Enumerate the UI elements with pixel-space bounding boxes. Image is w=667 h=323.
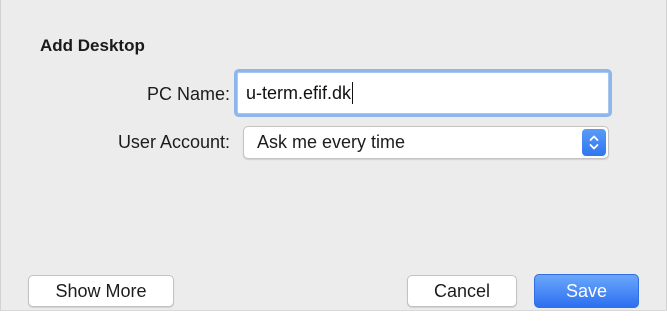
dialog-title: Add Desktop <box>40 36 145 55</box>
save-button[interactable]: Save <box>534 274 639 308</box>
user-account-selected-value: Ask me every time <box>257 132 406 152</box>
text-cursor <box>352 82 354 104</box>
window-bottom-edge <box>0 310 667 323</box>
cancel-button[interactable]: Cancel <box>407 275 517 307</box>
chevron-up-down-icon <box>582 129 606 156</box>
user-account-label: User Account: <box>117 132 230 152</box>
pc-name-label: PC Name: <box>146 84 230 104</box>
user-account-select[interactable]: Ask me every time <box>243 126 609 159</box>
pc-name-value: u-term.efif.dk <box>246 82 352 103</box>
pc-name-input[interactable]: u-term.efif.dk <box>237 72 609 114</box>
add-desktop-dialog: Add Desktop PC Name: u-term.efif.dk User… <box>0 0 667 322</box>
show-more-button[interactable]: Show More <box>28 275 174 307</box>
